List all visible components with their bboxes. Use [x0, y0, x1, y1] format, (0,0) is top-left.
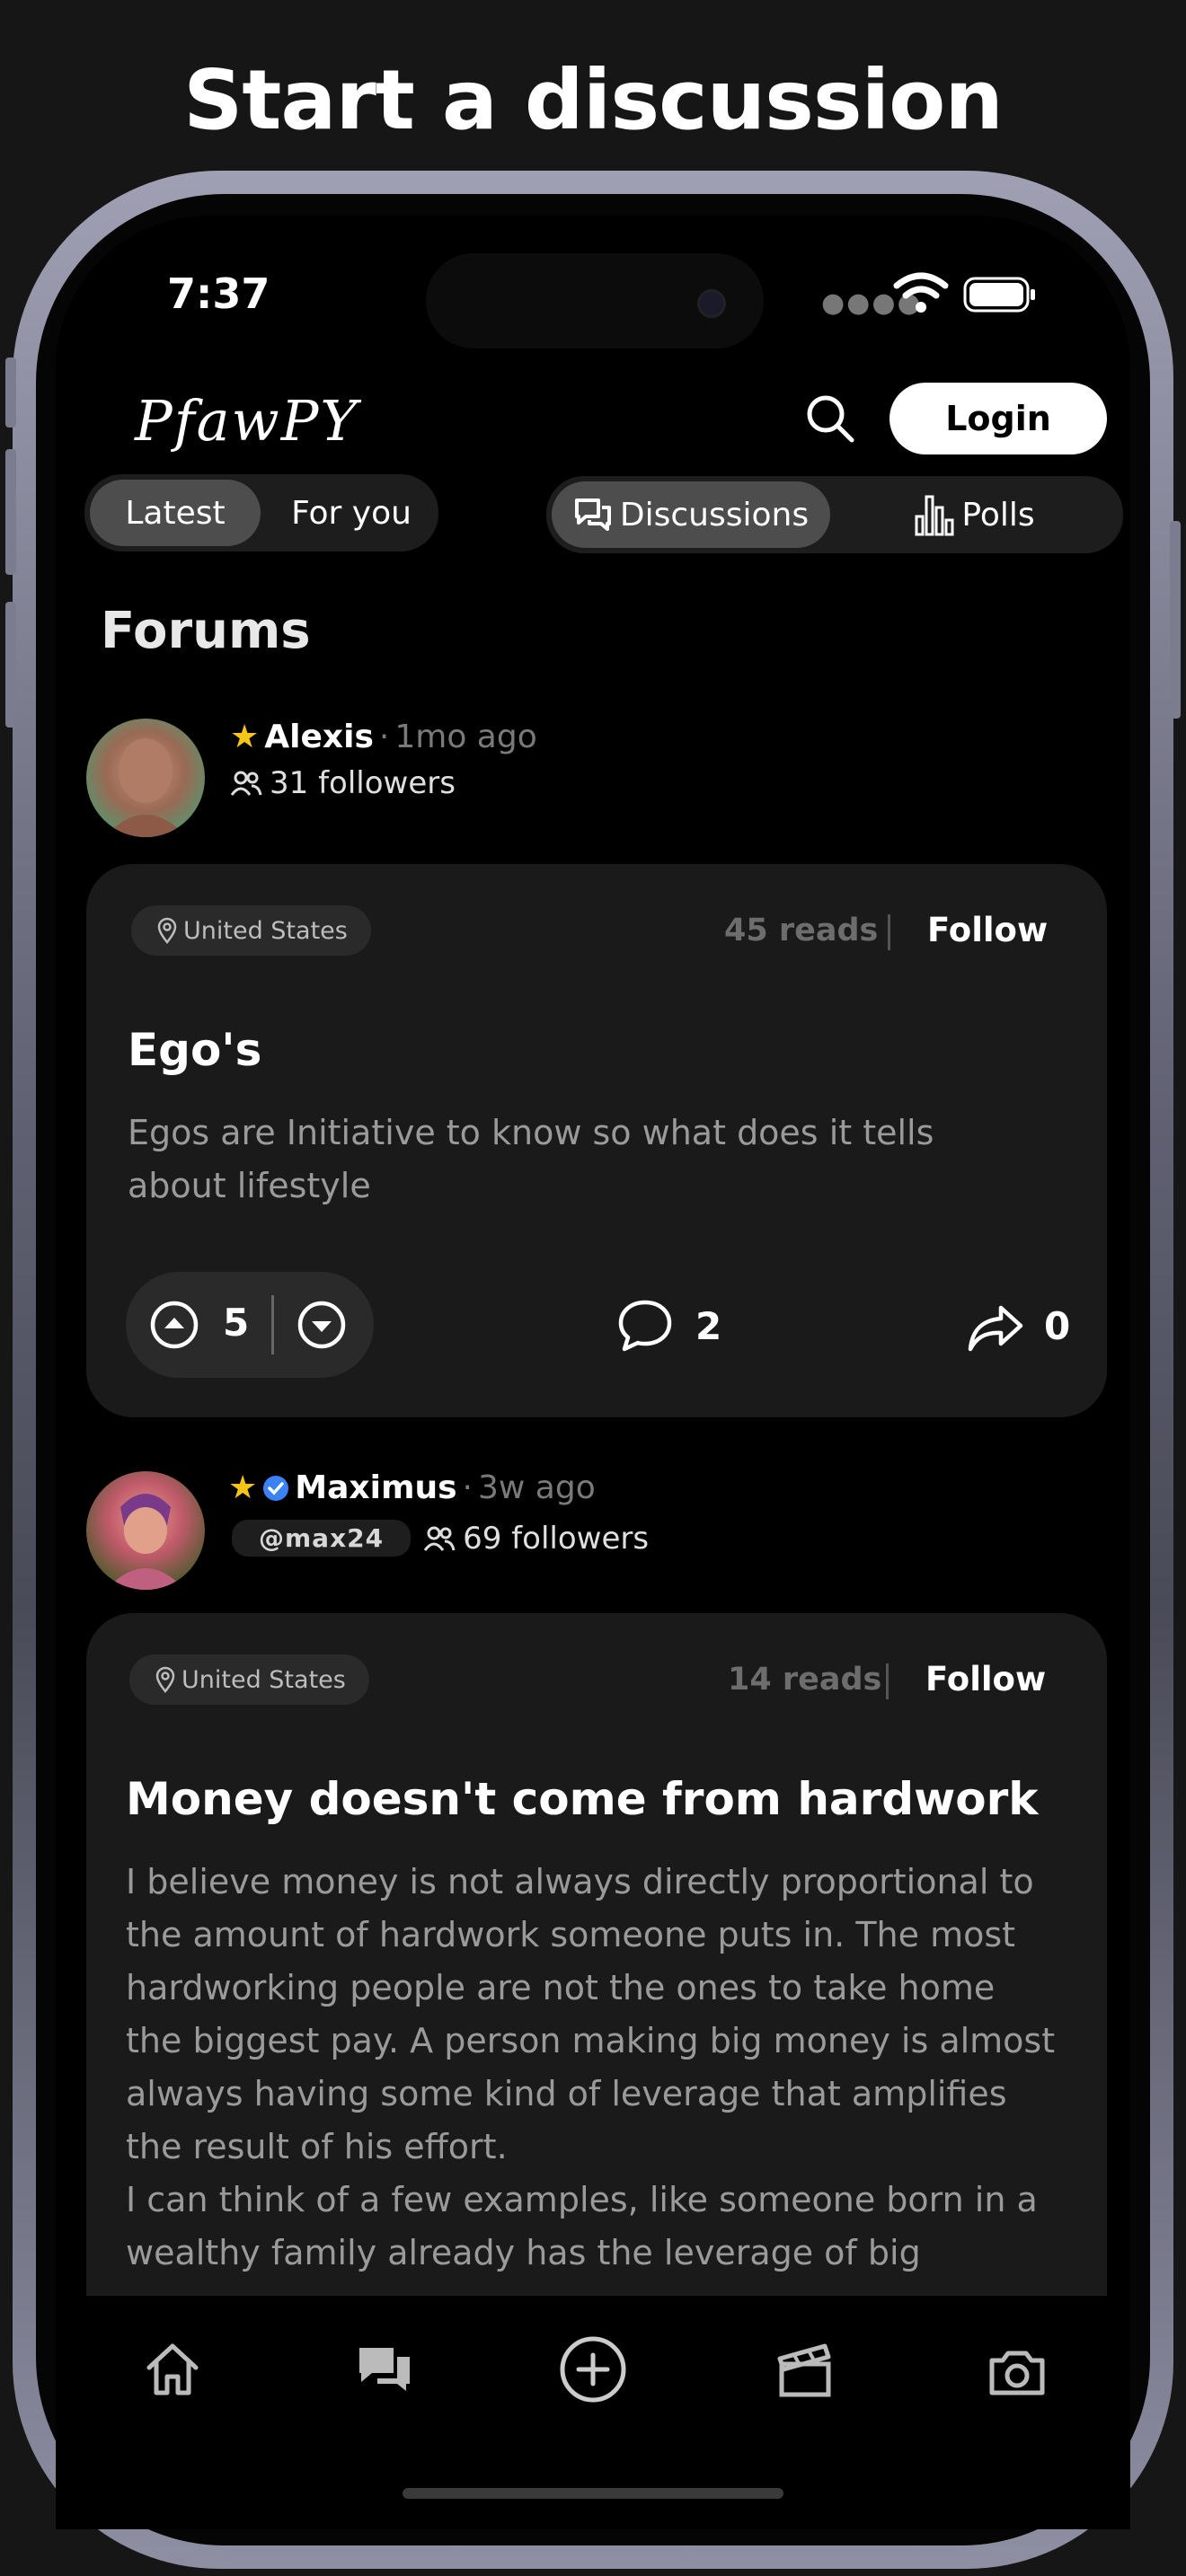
location-pin-icon	[157, 917, 177, 944]
reads-count: 14 reads	[728, 1662, 882, 1698]
location-label: United States	[183, 916, 348, 945]
dot-separator: ·	[462, 1469, 473, 1506]
clapperboard-icon[interactable]	[773, 2337, 837, 2402]
headline: Start a discussion	[183, 52, 1004, 148]
followers-line: 31 followers	[230, 765, 456, 801]
tab-discussions-label: Discussions	[619, 496, 810, 534]
search-icon[interactable]	[803, 392, 857, 446]
status-time: 7:37	[167, 269, 270, 318]
side-button-action	[5, 357, 16, 428]
feed-segment: Latest For you	[84, 474, 438, 551]
followers-count: 69 followers	[463, 1520, 650, 1557]
polls-icon	[915, 495, 954, 536]
comment-count: 2	[695, 1304, 722, 1348]
discussions-icon[interactable]	[352, 2337, 417, 2402]
dot-separator: ·	[378, 719, 390, 755]
followers-line: @max24 69 followers	[232, 1520, 649, 1557]
post-body[interactable]: Egos are Initiative to know so what does…	[128, 1107, 1026, 1213]
post-time: 1mo ago	[394, 719, 537, 755]
author-line: ★ Maximus · 3w ago	[228, 1469, 596, 1506]
star-icon: ★	[228, 1469, 258, 1506]
avatar[interactable]	[86, 719, 205, 837]
wifi-icon	[893, 272, 949, 313]
camera-icon[interactable]	[985, 2339, 1049, 2404]
upvote-count: 5	[223, 1301, 250, 1345]
login-button[interactable]: Login	[890, 383, 1107, 454]
share-count: 0	[1044, 1304, 1071, 1348]
app-logo[interactable]: PfawPY	[135, 388, 358, 454]
tab-latest[interactable]: Latest	[90, 480, 261, 546]
post-card[interactable]: United States 45 reads Follow Ego's Egos…	[86, 864, 1107, 1417]
author-name[interactable]: Maximus	[295, 1469, 456, 1506]
tab-polls[interactable]: Polls	[836, 481, 1114, 548]
discussions-icon	[574, 498, 611, 531]
location-pill: United States	[129, 1654, 369, 1705]
avatar[interactable]	[86, 1471, 205, 1590]
star-icon: ★	[230, 719, 260, 755]
tab-polls-label: Polls	[961, 496, 1035, 534]
home-indicator	[403, 2488, 783, 2499]
author-name[interactable]: Alexis	[264, 719, 374, 755]
tab-for-you[interactable]: For you	[266, 480, 437, 546]
reads-count: 45 reads	[724, 913, 879, 948]
author-line: ★ Alexis · 1mo ago	[230, 719, 537, 755]
battery-icon	[963, 277, 1035, 313]
divider	[888, 914, 890, 950]
tab-discussions[interactable]: Discussions	[552, 481, 830, 548]
vote-control: 5	[126, 1272, 374, 1378]
post-title[interactable]: Ego's	[128, 1024, 261, 1076]
post-body[interactable]: I believe money is not always directly p…	[126, 1856, 1060, 2280]
post-title[interactable]: Money doesn't come from hardwork	[126, 1773, 1039, 1825]
side-button-power	[1170, 521, 1181, 719]
section-title: Forums	[101, 602, 311, 660]
followers-icon	[230, 771, 262, 796]
camera-dot	[697, 289, 726, 318]
upvote-icon[interactable]	[149, 1300, 199, 1350]
type-segment: Discussions Polls	[546, 476, 1123, 553]
location-pill: United States	[131, 905, 371, 956]
share-icon[interactable]	[967, 1302, 1024, 1353]
followers-icon	[423, 1526, 456, 1551]
create-icon[interactable]	[557, 2333, 629, 2405]
downvote-icon[interactable]	[296, 1300, 347, 1350]
verified-badge-icon	[263, 1475, 289, 1501]
follow-button[interactable]: Follow	[925, 1660, 1046, 1698]
followers-count: 31 followers	[270, 765, 456, 801]
post-time: 3w ago	[477, 1469, 596, 1506]
home-icon[interactable]	[140, 2337, 205, 2402]
divider	[886, 1663, 889, 1699]
side-button-volume-down	[5, 602, 16, 728]
follow-button[interactable]: Follow	[927, 911, 1048, 949]
location-pin-icon	[155, 1666, 175, 1693]
comment-icon[interactable]	[616, 1299, 674, 1353]
location-label: United States	[181, 1665, 346, 1694]
vote-divider	[271, 1295, 274, 1354]
side-button-volume-up	[5, 449, 16, 575]
user-handle[interactable]: @max24	[232, 1520, 412, 1557]
post-card[interactable]: United States 14 reads Follow Money does…	[86, 1613, 1107, 2296]
